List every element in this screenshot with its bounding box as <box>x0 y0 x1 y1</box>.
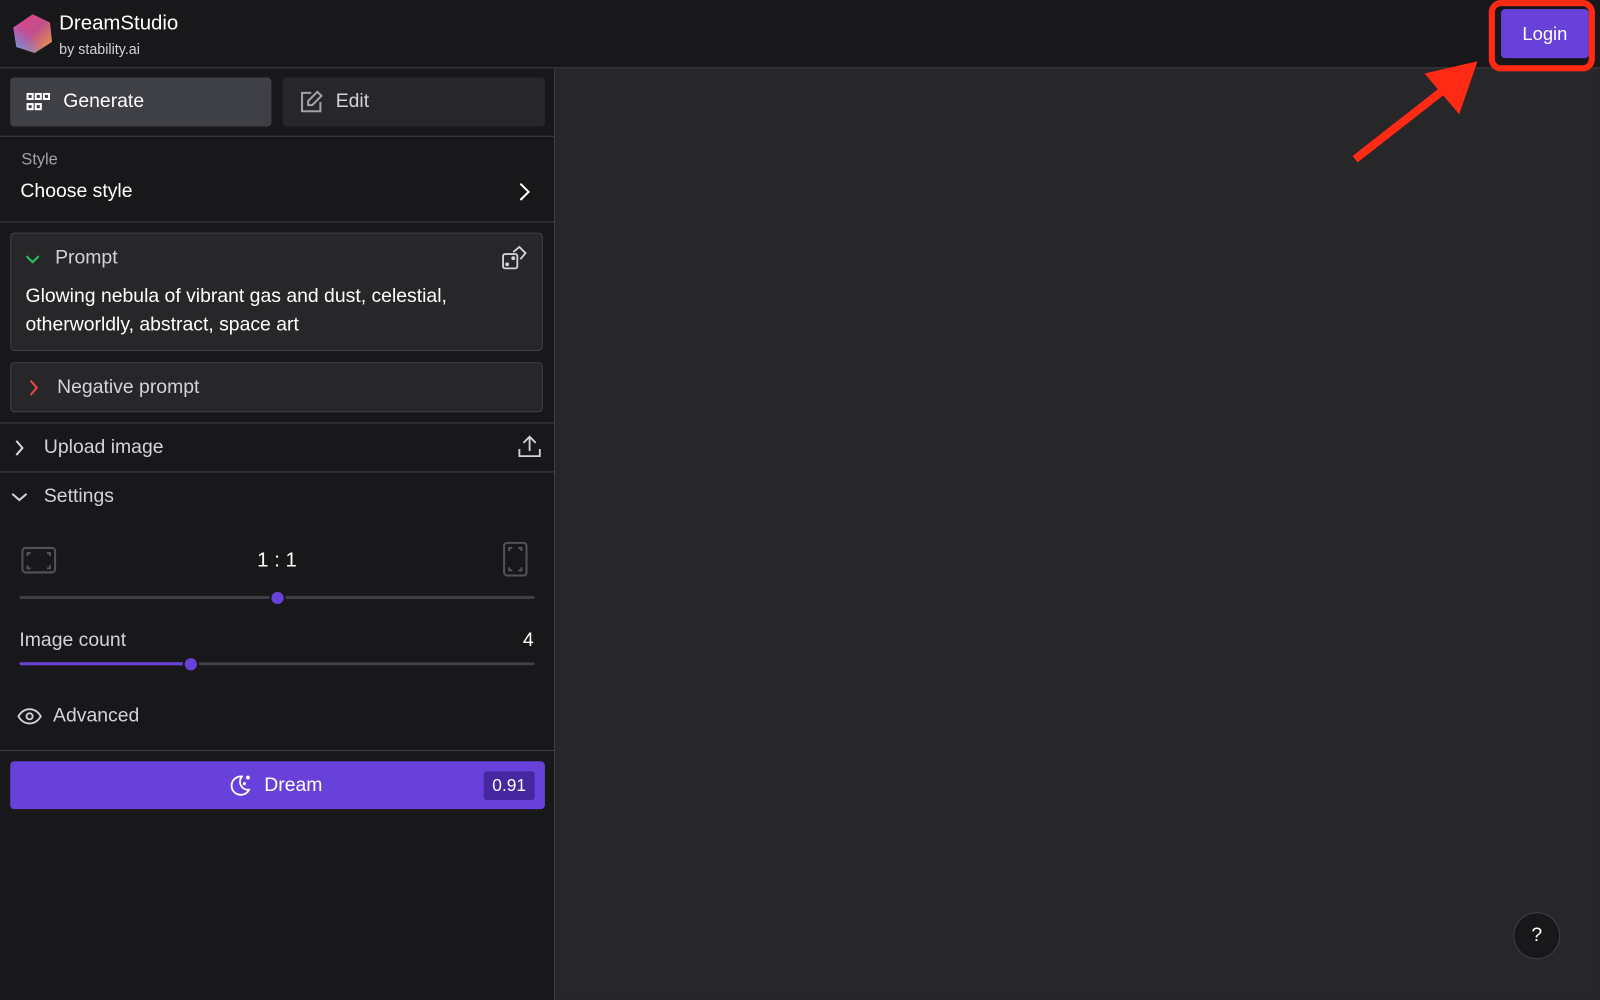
upload-image-label: Upload image <box>43 436 164 459</box>
slider-thumb[interactable] <box>182 655 200 672</box>
dreamstudio-logo <box>13 14 53 54</box>
chevron-down-icon <box>11 493 28 502</box>
annotation-arrow-icon <box>1352 61 1478 163</box>
divider <box>0 749 555 752</box>
slider-thumb[interactable] <box>268 589 286 606</box>
settings-header[interactable]: Settings <box>0 472 554 521</box>
tab-generate[interactable]: Generate <box>10 77 272 127</box>
slider-fill <box>19 662 192 666</box>
upload-image-row[interactable]: Upload image <box>0 423 554 471</box>
negative-prompt-panel[interactable]: Negative prompt <box>10 362 543 413</box>
style-selector[interactable]: Style Choose style <box>0 137 554 222</box>
chevron-down-icon[interactable] <box>25 254 40 264</box>
tab-label: Generate <box>63 90 145 113</box>
chevron-right-icon <box>15 440 24 456</box>
app-subtitle: by stability.ai <box>59 40 140 58</box>
negative-prompt-label: Negative prompt <box>57 376 200 398</box>
upload-icon[interactable] <box>517 434 541 458</box>
divider <box>0 221 555 223</box>
app-title: DreamStudio <box>59 12 179 35</box>
dice-icon[interactable] <box>501 245 530 274</box>
advanced-label: Advanced <box>53 705 140 727</box>
prompt-text[interactable]: Glowing nebula of vibrant gas and dust, … <box>26 283 506 340</box>
sidebar: Generate Edit Style Choose style Prompt … <box>0 68 556 1000</box>
image-count-value: 4 <box>522 629 534 652</box>
dream-label: Dream <box>264 774 323 796</box>
dream-cost-badge: 0.91 <box>483 771 535 800</box>
moon-stars-icon <box>230 775 251 796</box>
portrait-aspect-icon[interactable] <box>502 541 529 578</box>
style-value: Choose style <box>20 180 133 203</box>
advanced-toggle[interactable]: Advanced <box>0 696 306 737</box>
aspect-ratio-slider[interactable] <box>19 589 535 606</box>
prompt-label: Prompt <box>55 246 118 269</box>
tab-label: Edit <box>335 90 370 113</box>
grid-icon <box>26 92 50 111</box>
dream-button[interactable]: Dream 0.91 <box>10 761 545 810</box>
chevron-right-icon <box>29 379 39 396</box>
prompt-panel: Prompt Glowing nebula of vibrant gas and… <box>10 232 543 352</box>
edit-icon <box>301 90 323 113</box>
image-count-slider[interactable] <box>19 655 535 672</box>
eye-icon <box>17 708 42 725</box>
tab-edit[interactable]: Edit <box>282 77 545 127</box>
image-count-label: Image count <box>19 629 127 652</box>
aspect-ratio-value: 1 : 1 <box>257 548 297 572</box>
settings-label: Settings <box>43 485 114 508</box>
style-label: Style <box>21 151 58 169</box>
annotation-highlight-box <box>1488 0 1595 72</box>
help-button[interactable]: ? <box>1513 912 1561 960</box>
chevron-right-icon <box>519 182 531 201</box>
